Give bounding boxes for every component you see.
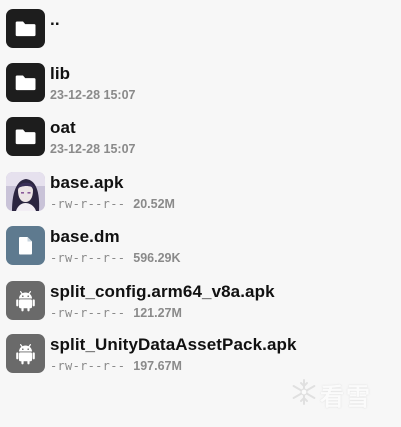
file-name: lib — [50, 64, 71, 83]
file-row-base-apk[interactable]: base.apk -rw-r--r-- 20.52M — [0, 168, 401, 218]
file-permissions: -rw-r--r-- — [50, 359, 126, 373]
file-row-lib[interactable]: lib 23-12-28 15:07 — [0, 59, 401, 109]
file-date: 23-12-28 15:07 — [50, 88, 136, 102]
file-name: base.apk — [50, 173, 124, 192]
file-name: .. — [50, 10, 60, 29]
file-meta: -rw-r--r-- 596.29K — [50, 251, 181, 265]
watermark: 看雪 — [290, 375, 390, 411]
app-thumbnail-icon — [6, 172, 45, 211]
file-row-base-dm[interactable]: base.dm -rw-r--r-- 596.29K — [0, 222, 401, 272]
file-name: split_config.arm64_v8a.apk — [50, 282, 275, 301]
file-meta: -rw-r--r-- 20.52M — [50, 197, 175, 211]
folder-icon — [6, 63, 45, 102]
file-size: 197.67M — [133, 359, 182, 373]
file-meta: -rw-r--r-- 197.67M — [50, 359, 182, 373]
file-size: 596.29K — [133, 251, 181, 265]
android-icon — [6, 281, 45, 320]
file-permissions: -rw-r--r-- — [50, 251, 126, 265]
file-meta: -rw-r--r-- 121.27M — [50, 306, 182, 320]
file-row-split-config[interactable]: split_config.arm64_v8a.apk -rw-r--r-- 121… — [0, 277, 401, 327]
file-permissions: -rw-r--r-- — [50, 306, 126, 320]
file-row-split-unity[interactable]: split_UnityDataAssetPack.apk -rw-r--r-- 1… — [0, 330, 401, 380]
document-icon — [6, 226, 45, 265]
file-meta: 23-12-28 15:07 — [50, 142, 135, 156]
file-date: 23-12-28 15:07 — [50, 142, 136, 156]
snowflake-logo-icon — [292, 379, 316, 405]
file-size: 121.27M — [133, 306, 182, 320]
file-permissions: -rw-r--r-- — [50, 197, 126, 211]
file-name: base.dm — [50, 227, 120, 246]
file-size: 20.52M — [133, 197, 175, 211]
file-meta: 23-12-28 15:07 — [50, 88, 135, 102]
folder-icon — [6, 9, 45, 48]
file-name: oat — [50, 118, 76, 137]
file-row-oat[interactable]: oat 23-12-28 15:07 — [0, 113, 401, 163]
file-name: split_UnityDataAssetPack.apk — [50, 335, 297, 354]
android-icon — [6, 334, 45, 373]
file-row-parent[interactable]: .. — [0, 5, 401, 55]
watermark-text: 看雪 — [320, 383, 372, 411]
folder-icon — [6, 117, 45, 156]
